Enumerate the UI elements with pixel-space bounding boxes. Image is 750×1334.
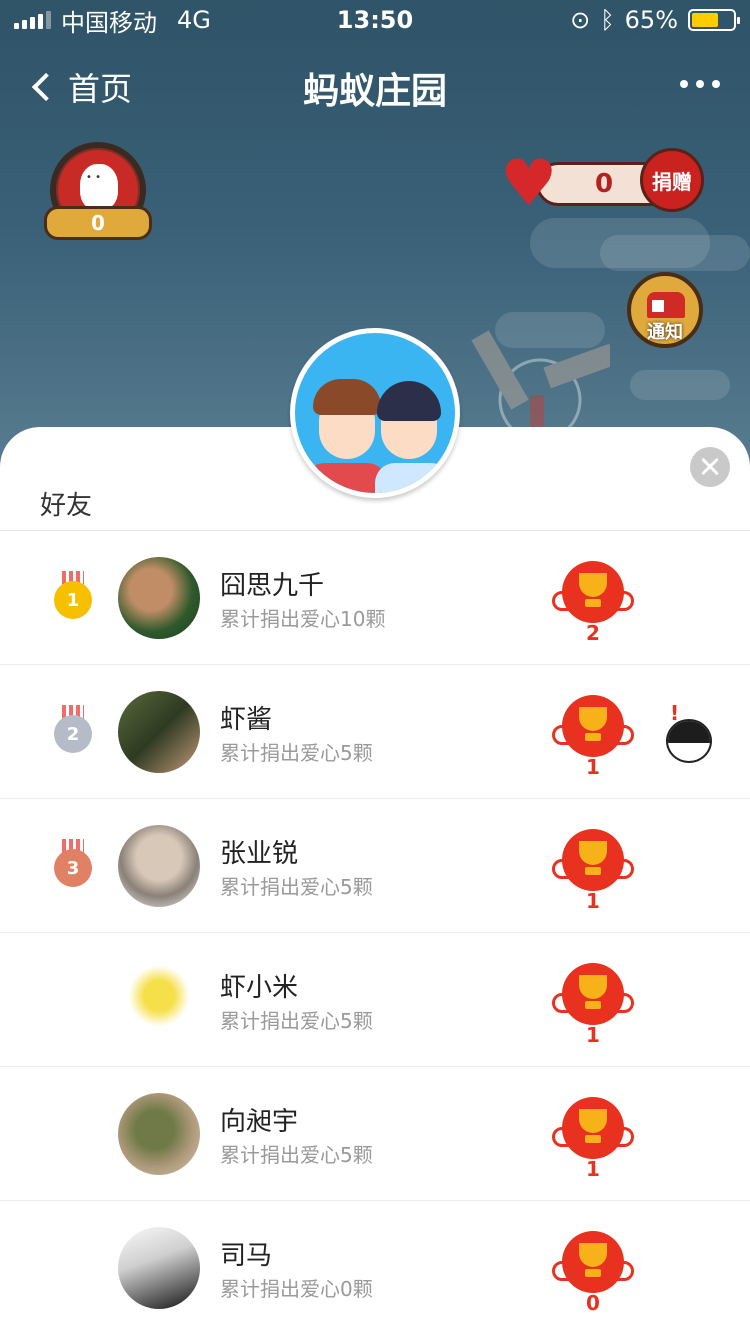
chicken-thief-icon[interactable]: ! [664,701,714,763]
friend-row[interactable]: 向昶宇 累计捐出爱心5颗 1 [0,1067,750,1201]
trophy-base [585,1001,601,1009]
friend-row[interactable]: 2 虾酱 累计捐出爱心5颗 1 ! [0,665,750,799]
more-dot [696,80,704,88]
bandit-mask [668,721,710,743]
cloud [630,370,730,400]
nav-bar: 首页 蚂蚁庄园 [0,50,750,120]
notice-label: 通知 [647,322,683,343]
notice-button[interactable]: 通知 [627,272,703,348]
friend-donation-total: 累计捐出爱心5颗 [220,741,373,765]
trophy-base [585,1269,601,1277]
friend-donation-total: 累计捐出爱心5颗 [220,875,373,899]
chevron-left-icon [31,72,61,102]
medal-wings: 0 [44,206,152,240]
trophy-badge[interactable]: 1 [552,1097,634,1181]
network-type: 4G [177,6,211,34]
back-label: 首页 [68,70,133,108]
status-bar: 中国移动 4G 13:50 ⊙ ᛒ 65% [0,0,750,40]
battery-icon [688,9,740,31]
friend-name: 向昶宇 [220,1107,299,1137]
windmill-icon [471,330,610,440]
donate-panel: 0 ♥ 捐赠 [500,148,705,220]
friend-donation-total: 累计捐出爱心10颗 [220,607,386,631]
rank-number: 1 [54,581,92,619]
friend-avatar[interactable] [118,959,200,1041]
trophy-base [585,599,601,607]
trophy-badge[interactable]: 1 [552,695,634,779]
chicken-body [666,719,712,763]
friend-avatar[interactable] [118,691,200,773]
girl-hair [377,381,441,421]
friend-avatar[interactable] [118,1093,200,1175]
friend-name: 虾酱 [220,705,273,735]
friends-sheet: 好友 1 囧思九千 累计捐出爱心10颗 2 2 虾酱 累计捐出爱心5颗 1 ! [0,427,750,1334]
sheet-title: 好友 [40,491,93,521]
medal-count: 0 [91,211,105,235]
couple-avatar [290,328,460,498]
back-button[interactable]: 首页 [28,64,132,110]
girl-shirt [375,463,451,493]
more-dot [680,80,688,88]
love-count: 0 [595,169,614,199]
trophy-base [585,867,601,875]
mailbox-icon [647,292,685,318]
friend-avatar[interactable] [118,825,200,907]
rank-number: 3 [54,849,92,887]
trophy-badge[interactable]: 1 [552,829,634,913]
friend-row[interactable]: 司马 累计捐出爱心0颗 0 [0,1201,750,1334]
trophy-badge[interactable]: 2 [552,561,634,645]
friend-avatar[interactable] [118,557,200,639]
trophy-count: 1 [586,889,600,913]
trophy-badge[interactable]: 0 [552,1231,634,1315]
rotation-lock-icon: ⊙ [570,6,591,34]
trophy-count: 1 [586,1157,600,1181]
signal-icon [14,11,51,29]
friend-name: 张业锐 [220,839,299,869]
trophy-base [585,733,601,741]
trophy-base [585,1135,601,1143]
friend-donation-total: 累计捐出爱心0颗 [220,1277,373,1301]
friend-row[interactable]: 虾小米 累计捐出爱心5颗 1 [0,933,750,1067]
battery-level [692,13,718,27]
more-button[interactable] [680,80,720,88]
battery-percent: 65% [624,6,678,34]
close-button[interactable] [690,447,730,487]
trophy-count: 1 [586,1023,600,1047]
rank-medal-icon: 3 [54,839,92,889]
heart-icon: ♥ [500,147,558,221]
bluetooth-icon: ᛒ [600,6,615,34]
more-dot [712,80,720,88]
trophy-count: 0 [586,1291,600,1315]
friend-name: 囧思九千 [220,571,325,601]
cloud [600,235,750,271]
friend-row[interactable]: 1 囧思九千 累计捐出爱心10颗 2 [0,531,750,665]
rank-number: 2 [54,715,92,753]
trophy-count: 2 [586,621,600,645]
friend-avatar[interactable] [118,1227,200,1309]
friend-donation-total: 累计捐出爱心5颗 [220,1143,373,1167]
robot-icon [80,164,118,210]
donate-button[interactable]: 捐赠 [640,148,704,212]
friend-donation-total: 累计捐出爱心5颗 [220,1009,373,1033]
friend-list: 1 囧思九千 累计捐出爱心10颗 2 2 虾酱 累计捐出爱心5颗 1 ! 3 张… [0,531,750,1334]
boy-hair [313,379,381,415]
trophy-badge[interactable]: 1 [552,963,634,1047]
rank-medal-icon: 1 [54,571,92,621]
friend-name: 司马 [220,1241,273,1271]
trophy-count: 1 [586,755,600,779]
rank-medal-icon: 2 [54,705,92,755]
friend-row[interactable]: 3 张业锐 累计捐出爱心5颗 1 [0,799,750,933]
friend-name: 虾小米 [220,973,299,1003]
carrier-name: 中国移动 [61,8,157,37]
